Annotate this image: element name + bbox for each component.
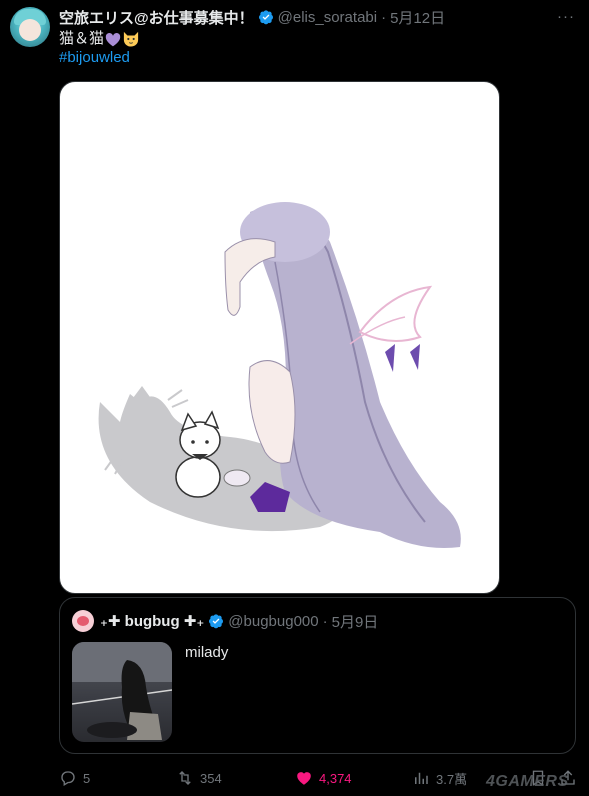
- verified-badge-icon: [258, 9, 274, 25]
- quoted-photo: [72, 642, 172, 740]
- author-handle[interactable]: @elis_soratabi: [278, 9, 377, 26]
- retweet-count: 354: [200, 770, 222, 786]
- bar-chart-icon: [415, 772, 428, 784]
- heart-filled-icon: [297, 772, 311, 785]
- quoted-tweet-text: milady: [185, 644, 229, 661]
- purple-heart-icon: [105, 32, 121, 46]
- reply-icon: [61, 771, 75, 786]
- retweet-button[interactable]: 354: [176, 768, 222, 788]
- quoted-author-handle: @bugbug000: [228, 612, 319, 630]
- hashtag-link[interactable]: #bijouwled: [59, 48, 130, 68]
- tweet-media-image[interactable]: [59, 81, 500, 594]
- reply-button[interactable]: 5: [59, 768, 90, 788]
- quoted-name-suffix: ✚₊: [179, 613, 205, 630]
- separator-dot: ·: [322, 612, 328, 630]
- quoted-verified-badge-icon: [208, 613, 224, 629]
- tweet-header: 空旅エリス@お仕事募集中！ @elis_soratabi · 5月12日: [59, 6, 579, 28]
- view-count: 3.7萬: [436, 771, 468, 787]
- tweet-text: 猫＆猫: [59, 29, 140, 49]
- retweet-icon: [179, 771, 191, 785]
- quoted-tweet[interactable]: ₊✚ bugbug ✚₊ @bugbug000 · 5月9日 milady: [59, 597, 576, 754]
- like-button[interactable]: 4,374: [295, 768, 352, 788]
- reply-count: 5: [83, 770, 91, 786]
- quoted-tweet-date: 5月9日: [331, 613, 379, 631]
- avatar-face: [19, 19, 41, 41]
- watermark: 4GAMERS: [486, 773, 569, 790]
- separator-dot: ·: [381, 8, 387, 26]
- tweet-text-content: 猫＆猫: [59, 30, 105, 47]
- quoted-name-prefix: ₊✚: [100, 613, 125, 630]
- quoted-name-main: bugbug: [124, 613, 180, 630]
- quoted-author-name[interactable]: ₊✚ bugbug ✚₊: [100, 612, 204, 630]
- views-button[interactable]: 3.7萬: [412, 768, 467, 788]
- quoted-media-thumbnail[interactable]: [72, 642, 172, 742]
- illustration: [98, 202, 461, 548]
- tweet-date[interactable]: 5月12日: [390, 7, 445, 28]
- author-avatar[interactable]: [10, 7, 50, 47]
- like-count: 4,374: [319, 770, 352, 786]
- quoted-tweet-header: ₊✚ bugbug ✚₊ @bugbug000 · 5月9日: [72, 610, 378, 632]
- quoted-author-avatar[interactable]: [72, 610, 94, 632]
- author-name[interactable]: 空旅エリス@お仕事募集中！: [59, 7, 254, 28]
- cat-face-icon: [123, 31, 139, 47]
- more-dots-icon[interactable]: ···: [557, 8, 575, 25]
